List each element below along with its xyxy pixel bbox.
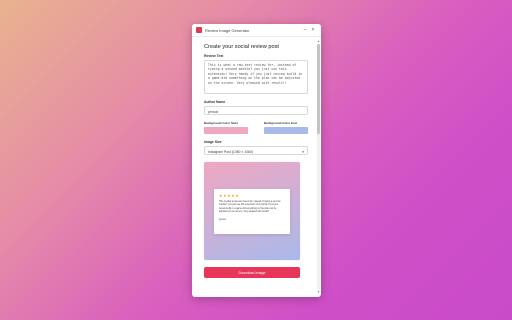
scroll-down-icon[interactable]: ▼: [317, 290, 320, 294]
author-name-input[interactable]: person: [204, 106, 308, 115]
preview-review-text: This is what a raw-text review for, inst…: [219, 201, 281, 213]
minimize-button[interactable]: –: [301, 26, 309, 34]
review-text-label: Review Text: [204, 54, 224, 58]
color-end-label: Background Color End: [264, 121, 297, 125]
app-window: Review Image Generator – × ▲ ▼ Create yo…: [192, 24, 321, 297]
close-button[interactable]: ×: [309, 26, 317, 34]
page-title: Create your social review post: [204, 44, 279, 50]
star-rating-icon: ★★★★★: [219, 193, 240, 198]
scrollbar[interactable]: [317, 44, 320, 292]
form-content: Create your social review post Review Te…: [192, 38, 315, 297]
color-start-group: Background Color Start: [204, 121, 248, 134]
scrollbar-thumb[interactable]: [317, 44, 320, 134]
preview-card: ★★★★★ This is what a raw-text review for…: [214, 189, 290, 234]
title-bar: Review Image Generator – ×: [192, 24, 321, 37]
window-title: Review Image Generator: [205, 27, 250, 33]
color-start-swatch[interactable]: [204, 127, 248, 134]
app-icon: [196, 27, 202, 33]
color-start-label: Background Color Start: [204, 121, 238, 125]
image-size-value: Instagram Post (1080 × 1080): [208, 149, 253, 154]
download-button[interactable]: Download Image: [204, 267, 300, 278]
image-size-label: Image Size: [204, 140, 222, 144]
chevron-down-icon: ▾: [302, 149, 304, 154]
color-pickers: Background Color Start Background Color …: [204, 121, 308, 134]
color-end-group: Background Color End: [264, 121, 308, 134]
preview-image: ★★★★★ This is what a raw-text review for…: [204, 162, 300, 260]
preview-author: person: [219, 219, 227, 222]
review-text-area[interactable]: This is what a raw-text review for, inst…: [204, 60, 308, 94]
image-size-select[interactable]: Instagram Post (1080 × 1080) ▾: [204, 146, 308, 155]
scroll-up-icon[interactable]: ▲: [317, 39, 320, 43]
author-name-label: Author Name: [204, 100, 226, 104]
color-end-swatch[interactable]: [264, 127, 308, 134]
